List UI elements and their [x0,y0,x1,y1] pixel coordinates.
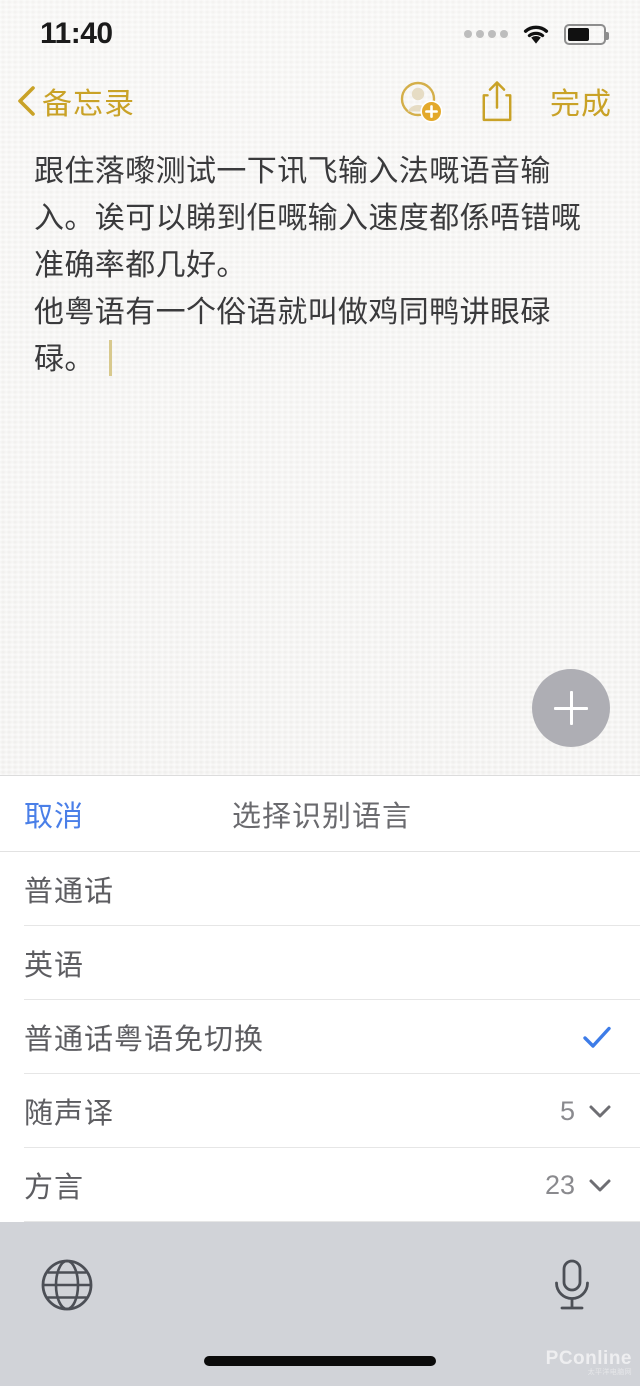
language-picker-sheet: 取消 选择识别语言 普通话 英语 普通话粤语免切换 随声译 5 方言 23 [0,775,640,1222]
option-accessory[interactable]: 5 [560,1096,612,1127]
status-bar: 11:40 [0,0,640,68]
sheet-title: 选择识别语言 [232,800,413,833]
note-paragraph-1: 跟住落嚟测试一下讯飞输入法嘅语音输入。诶可以睇到佢嘅输入速度都係唔错嘅准确率都几… [34,155,582,282]
check-icon [582,1025,612,1049]
status-bar-indicators [464,23,609,45]
option-label: 随声译 [24,1098,115,1130]
sheet-header: 取消 选择识别语言 [0,776,640,852]
language-option-dialects[interactable]: 方言 23 [0,1148,640,1222]
wifi-icon [521,23,551,45]
language-option-english[interactable]: 英语 [0,926,640,1000]
note-paragraph-2: 他粤语有一个俗语就叫做鸡同鸭讲眼碌碌。 [34,289,610,383]
keyboard-toolbar: PConline 太平洋电脑网 [0,1222,640,1386]
chevron-down-icon[interactable] [588,1177,612,1193]
watermark-text: PConline [545,1347,632,1369]
watermark: PConline 太平洋电脑网 [545,1347,632,1376]
option-accessory [582,1025,612,1049]
signal-dots-icon [464,30,508,38]
battery-icon [564,23,609,45]
status-bar-clock: 11:40 [40,17,113,50]
language-option-live-translate[interactable]: 随声译 5 [0,1074,640,1148]
option-label: 方言 [24,1172,85,1204]
add-person-icon[interactable] [398,78,444,124]
microphone-icon[interactable] [550,1258,594,1319]
globe-icon[interactable] [40,1258,94,1317]
done-button[interactable]: 完成 [550,79,612,123]
back-to-notes-button[interactable]: 备忘录 [16,79,135,123]
language-option-mandarin[interactable]: 普通话 [0,852,640,926]
share-icon[interactable] [480,79,514,123]
cancel-button[interactable]: 取消 [24,793,84,835]
option-label: 英语 [24,950,85,982]
home-indicator[interactable] [204,1356,436,1366]
add-attachment-button[interactable] [532,669,610,747]
note-editor-area[interactable]: 11:40 备忘录 完成 跟住落嚟测试一下讯飞输入法嘅语音输入。诶可以睇到佢嘅输… [0,0,640,775]
option-label: 普通话 [24,876,115,908]
text-caret [108,340,112,376]
watermark-subtext: 太平洋电脑网 [587,1368,632,1376]
option-count: 5 [559,1095,575,1126]
option-accessory[interactable]: 23 [545,1170,612,1201]
note-text-content[interactable]: 跟住落嚟测试一下讯飞输入法嘅语音输入。诶可以睇到佢嘅输入速度都係唔错嘅准确率都几… [0,134,640,383]
language-option-mandarin-cantonese-auto[interactable]: 普通话粤语免切换 [0,1000,640,1074]
option-label: 普通话粤语免切换 [24,1024,265,1056]
navigation-actions: 完成 [398,78,612,124]
phone-screen: 11:40 备忘录 完成 跟住落嚟测试一下讯飞输入法嘅语音输入。诶可以睇到佢嘅输… [0,0,640,1386]
back-label: 备忘录 [42,88,135,121]
chevron-left-icon [16,85,36,117]
option-count: 23 [544,1169,575,1200]
navigation-bar: 备忘录 完成 [0,68,640,134]
chevron-down-icon[interactable] [588,1103,612,1119]
